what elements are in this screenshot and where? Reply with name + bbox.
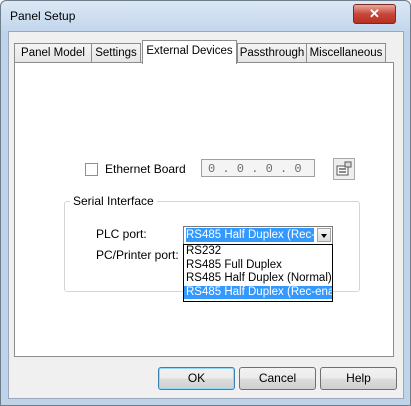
tab-label: Passthrough: [239, 47, 305, 59]
tab-external-devices[interactable]: External Devices: [142, 40, 237, 64]
plc-port-dropdown-list: RS232 RS485 Full Duplex RS485 Half Duple…: [183, 244, 333, 302]
window-title: Panel Setup: [10, 9, 76, 23]
tab-label: Panel Model: [21, 47, 85, 59]
cancel-button[interactable]: Cancel: [239, 367, 316, 390]
option-rs232[interactable]: RS232: [184, 245, 332, 259]
plc-port-label: PLC port:: [96, 227, 147, 241]
dropdown-arrow-button[interactable]: [317, 228, 331, 242]
tab-label: Settings: [95, 47, 137, 59]
network-settings-icon: [336, 161, 352, 176]
pc-printer-port-label: PC/Printer port:: [96, 248, 179, 262]
dialog-window: Panel Setup ✕ Panel Model Settings Exter…: [0, 0, 411, 406]
option-rs485-full-duplex[interactable]: RS485 Full Duplex: [184, 259, 332, 273]
ethernet-board-label: Ethernet Board: [105, 162, 186, 176]
plc-port-select[interactable]: RS485 Half Duplex (Rec-en: [183, 226, 333, 245]
tab-settings[interactable]: Settings: [91, 43, 141, 62]
dialog-body: Panel Model Settings External Devices Pa…: [8, 31, 404, 399]
option-rs485-half-duplex-normal[interactable]: RS485 Half Duplex (Normal): [184, 272, 332, 286]
tab-panel-model[interactable]: Panel Model: [14, 43, 92, 62]
ethernet-settings-button[interactable]: [333, 158, 355, 180]
tab-label: Miscellaneous: [309, 47, 383, 59]
ethernet-board-checkbox[interactable]: [85, 163, 98, 176]
tab-passthrough[interactable]: Passthrough: [237, 43, 307, 62]
tab-miscellaneous[interactable]: Miscellaneous: [306, 43, 386, 62]
plc-port-value: RS485 Half Duplex (Rec-en: [186, 228, 314, 242]
title-bar[interactable]: Panel Setup ✕: [1, 1, 410, 31]
chevron-down-icon: [321, 234, 327, 238]
option-rs485-half-duplex-rec-enable[interactable]: RS485 Half Duplex (Rec-enab: [184, 285, 332, 299]
help-button[interactable]: Help: [320, 367, 397, 390]
tab-label: External Devices: [146, 45, 233, 57]
serial-interface-title: Serial Interface: [70, 194, 157, 208]
ip-address-field[interactable]: 0 . 0 . 0 . 0: [201, 159, 315, 177]
ok-button[interactable]: OK: [158, 367, 235, 390]
close-button[interactable]: ✕: [353, 4, 396, 24]
tab-panel-external-devices: Ethernet Board 0 . 0 . 0 . 0 Serial Inte…: [14, 62, 394, 357]
